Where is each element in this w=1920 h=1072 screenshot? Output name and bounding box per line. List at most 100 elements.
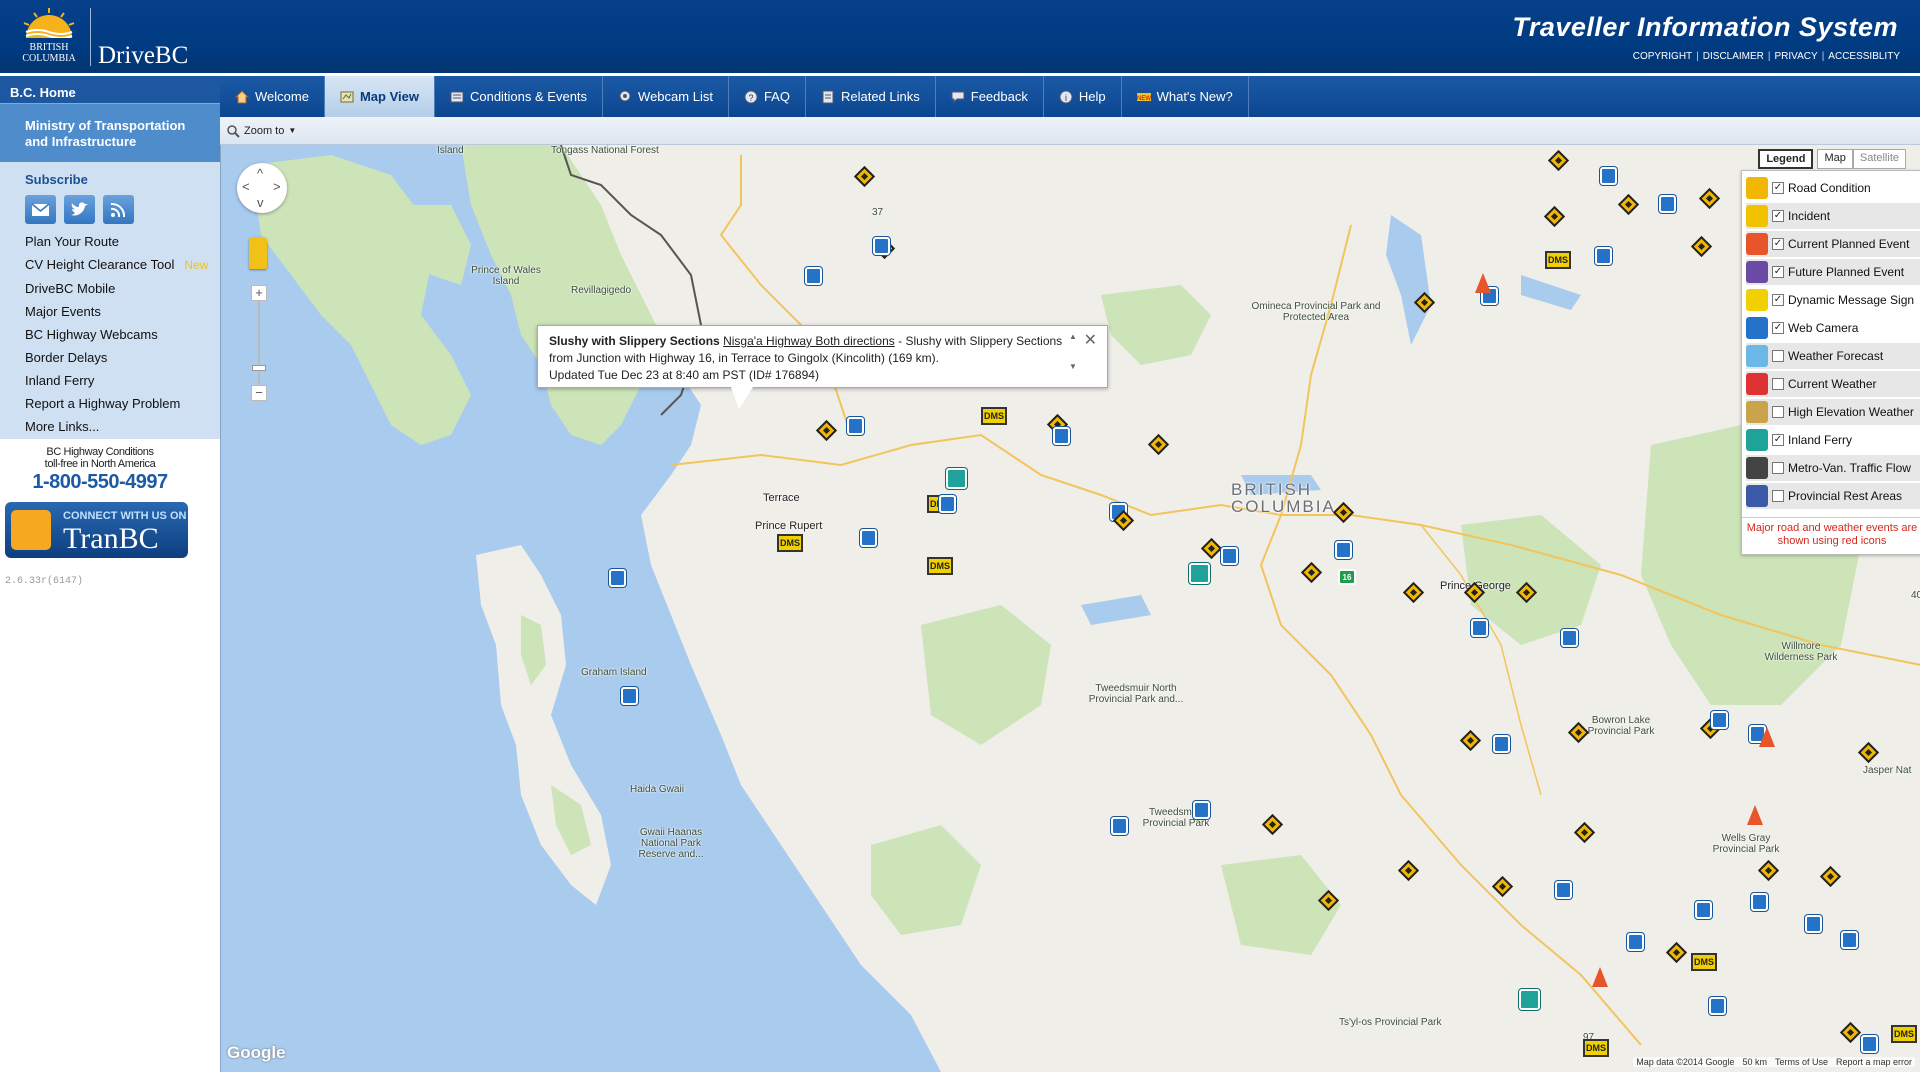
webcam-marker[interactable] [1221,547,1238,565]
sidebar-item-plan-route[interactable]: Plan Your Route [25,234,220,249]
planned-event-cone-marker[interactable] [1592,967,1608,987]
street-view-pegman-icon[interactable] [249,237,267,269]
legend-row[interactable]: ✓ Inland Ferry [1746,427,1920,453]
legend-checkbox[interactable] [1772,378,1784,390]
zoom-out-button[interactable]: − [251,385,267,401]
dms-marker[interactable]: DMS [1545,251,1571,269]
sidebar-item-more-links[interactable]: More Links... [25,419,220,434]
rss-icon[interactable] [103,195,134,224]
map-type-satellite-button[interactable]: Satellite [1852,149,1906,169]
webcam-marker[interactable] [1600,167,1617,185]
tab-map-view[interactable]: Map View [324,76,435,117]
dms-marker[interactable]: DMS [1891,1025,1917,1043]
legend-checkbox[interactable]: ✓ [1772,434,1784,446]
tab-feedback[interactable]: Feedback [936,76,1044,117]
zoom-track[interactable] [258,301,260,385]
webcam-marker[interactable] [860,529,877,547]
planned-event-cone-marker[interactable] [1759,727,1775,747]
webcam-marker[interactable] [1751,893,1768,911]
copyright-link[interactable]: COPYRIGHT [1633,51,1692,62]
dms-marker[interactable]: DMS [1691,953,1717,971]
webcam-marker[interactable] [1711,711,1728,729]
sidebar-item-major-events[interactable]: Major Events [25,304,220,319]
zoom-slider[interactable]: + − [251,285,267,405]
webcam-marker[interactable] [1493,735,1510,753]
dms-marker[interactable]: DMS [927,557,953,575]
ministry-link[interactable]: Ministry of Transportation and Infrastru… [0,103,220,162]
webcam-marker[interactable] [1627,933,1644,951]
webcam-marker[interactable] [1053,427,1070,445]
webcam-marker[interactable] [873,237,890,255]
webcam-marker[interactable] [609,569,626,587]
tab-webcam-list[interactable]: Webcam List [603,76,729,117]
popup-scrollbar[interactable]: ▲ ▼ [1069,332,1081,382]
legend-row[interactable]: ✓ Road Condition [1746,175,1920,201]
popup-highway-link[interactable]: Nisga'a Highway Both directions [723,334,895,348]
email-icon[interactable] [25,195,56,224]
twitter-icon[interactable] [64,195,95,224]
zoom-thumb[interactable] [252,365,266,371]
zoom-in-button[interactable]: + [251,285,267,301]
legend-checkbox[interactable]: ✓ [1772,182,1784,194]
legend-row[interactable]: Current Weather [1746,371,1920,397]
legend-checkbox[interactable]: ✓ [1772,210,1784,222]
dms-marker[interactable]: DMS [777,534,803,552]
sidebar-item-mobile[interactable]: DriveBC Mobile [25,281,220,296]
tab-welcome[interactable]: Welcome [220,76,325,117]
dms-marker[interactable]: DMS [981,407,1007,425]
pan-control[interactable]: ^ v < > [237,163,287,213]
webcam-marker[interactable] [1709,997,1726,1015]
webcam-marker[interactable] [621,687,638,705]
legend-checkbox[interactable] [1772,350,1784,362]
legend-checkbox[interactable]: ✓ [1772,266,1784,278]
tab-faq[interactable]: ? FAQ [729,76,806,117]
webcam-marker[interactable] [1111,817,1128,835]
legend-row[interactable]: Weather Forecast [1746,343,1920,369]
legend-row[interactable]: ✓ Dynamic Message Sign [1746,287,1920,313]
tab-whats-new[interactable]: NEW What's New? [1122,76,1249,117]
drivebc-logo[interactable]: BRITISH COLUMBIA DriveBC [8,6,208,69]
tab-help[interactable]: i Help [1044,76,1122,117]
webcam-marker[interactable] [939,495,956,513]
tab-related-links[interactable]: Related Links [806,76,936,117]
ferry-marker[interactable] [1519,989,1540,1010]
legend-row[interactable]: High Elevation Weather [1746,399,1920,425]
webcam-marker[interactable] [847,417,864,435]
webcam-marker[interactable] [1695,901,1712,919]
pan-right-icon[interactable]: > [273,179,281,194]
legend-row[interactable]: ✓ Current Planned Event [1746,231,1920,257]
planned-event-cone-marker[interactable] [1475,273,1491,293]
ferry-marker[interactable] [1189,563,1210,584]
legend-toggle-button[interactable]: Legend [1758,149,1814,169]
pan-left-icon[interactable]: < [242,179,250,194]
disclaimer-link[interactable]: DISCLAIMER [1703,51,1764,62]
webcam-marker[interactable] [1193,801,1210,819]
webcam-marker[interactable] [1471,619,1488,637]
webcam-marker[interactable] [1595,247,1612,265]
legend-row[interactable]: ✓ Web Camera [1746,315,1920,341]
map-type-map-button[interactable]: Map [1817,149,1853,169]
legend-row[interactable]: ✓ Incident [1746,203,1920,229]
terms-link[interactable]: Terms of Use [1775,1057,1828,1067]
webcam-marker[interactable] [805,267,822,285]
legend-checkbox[interactable] [1772,462,1784,474]
webcam-marker[interactable] [1805,915,1822,933]
pan-down-icon[interactable]: v [257,195,264,210]
webcam-marker[interactable] [1555,881,1572,899]
legend-checkbox[interactable] [1772,490,1784,502]
ferry-marker[interactable] [946,468,967,489]
sidebar-item-cv-height[interactable]: CV Height Clearance Tool New [25,257,220,273]
webcam-marker[interactable] [1659,195,1676,213]
accessibility-link[interactable]: ACCESSIBLITY [1828,51,1900,62]
legend-row[interactable]: ✓ Future Planned Event [1746,259,1920,285]
webcam-marker[interactable] [1561,629,1578,647]
pan-up-icon[interactable]: ^ [257,166,263,181]
close-icon[interactable]: ✕ [1084,332,1097,349]
sidebar-item-border-delays[interactable]: Border Delays [25,350,220,365]
planned-event-cone-marker[interactable] [1747,805,1763,825]
report-error-link[interactable]: Report a map error [1836,1057,1912,1067]
sidebar-item-inland-ferry[interactable]: Inland Ferry [25,373,220,388]
sidebar-item-report-problem[interactable]: Report a Highway Problem [25,396,220,411]
tranbc-banner[interactable]: CONNECT WITH US ON TranBC [5,502,188,558]
webcam-marker[interactable] [1861,1035,1878,1053]
